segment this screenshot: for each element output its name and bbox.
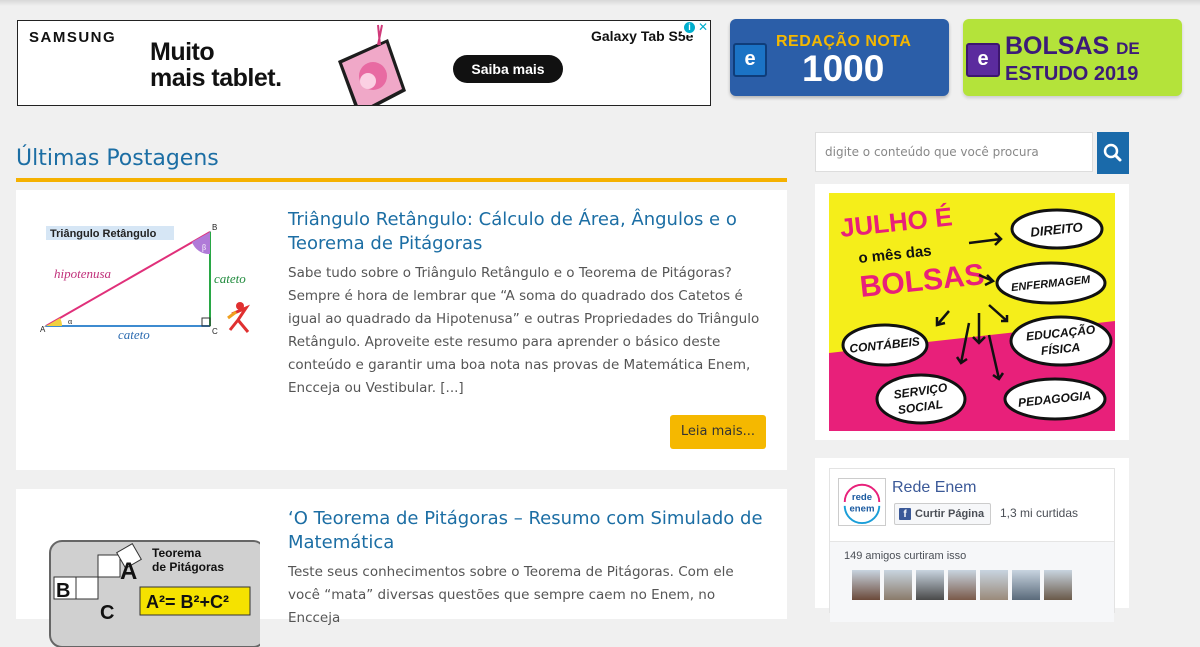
svg-text:rede: rede — [852, 492, 872, 503]
ad-brand: SAMSUNG — [29, 29, 117, 46]
svg-text:C: C — [212, 327, 218, 336]
rede-enem-logo-icon: e — [733, 43, 767, 77]
svg-text:A: A — [40, 325, 46, 334]
svg-text:B: B — [212, 223, 217, 232]
fb-like-page-button[interactable]: f Curtir Página — [894, 503, 992, 525]
thumb-leg-h: cateto — [118, 327, 150, 342]
search-box — [815, 132, 1094, 172]
promo-subtitle: 1000 — [802, 48, 885, 89]
fb-friend-avatar[interactable] — [884, 570, 912, 600]
fb-likes-count: 1,3 mi curtidas — [1000, 506, 1079, 520]
redacao-nota-1000-button[interactable]: e REDAÇÃO NOTA 1000 — [730, 19, 949, 96]
tablet-image — [338, 24, 406, 105]
fb-friend-avatar[interactable] — [852, 570, 880, 600]
promo-subtitle: ESTUDO 2019 — [1005, 63, 1139, 85]
bolsas-widget: JULHO É o mês das BOLSAS DIREITO ENFERMA… — [815, 184, 1129, 440]
samsung-ad-banner[interactable]: SAMSUNG Muito mais tablet. Saiba mais Ga… — [17, 20, 711, 106]
post-title-link[interactable]: ‘O Teorema de Pitágoras – Resumo com Sim… — [288, 507, 778, 555]
svg-text:A: A — [120, 558, 137, 585]
ad-cta-button[interactable]: Saiba mais — [453, 55, 563, 83]
fb-friend-avatar[interactable] — [980, 570, 1008, 600]
bolsas-de-estudo-button[interactable]: e BOLSAS DE ESTUDO 2019 — [963, 19, 1182, 96]
facebook-widget: rede enem Rede Enem f Curtir Página 1,3 … — [815, 458, 1129, 622]
search-button[interactable] — [1097, 132, 1129, 174]
ad-headline: Muito mais tablet. — [150, 39, 282, 91]
post-thumbnail[interactable]: Triângulo Retângulo hipotenusa cateto ca… — [32, 208, 260, 348]
post-card: B A C Teorema de Pitágoras A²= B²+C² ‘O … — [16, 489, 787, 647]
promo-title: BOLSAS DE — [1005, 32, 1140, 60]
facebook-page-plugin: rede enem Rede Enem f Curtir Página 1,3 … — [829, 468, 1115, 622]
fb-friend-avatar[interactable] — [1012, 570, 1040, 600]
close-icon[interactable]: ✕ — [698, 21, 708, 34]
rede-enem-logo-icon: e — [966, 43, 1000, 77]
post-excerpt: Sabe tudo sobre o Triângulo Retângulo e … — [288, 265, 760, 396]
thumb-leg-v: cateto — [214, 271, 246, 286]
facebook-icon: f — [899, 508, 911, 520]
bolsas-banner[interactable]: JULHO É o mês das BOLSAS DIREITO ENFERMA… — [829, 193, 1115, 431]
fb-friends-text: 149 amigos curtiram isso — [844, 550, 967, 562]
post-thumbnail[interactable]: B A C Teorema de Pitágoras A²= B²+C² — [32, 507, 260, 647]
rede-enem-avatar[interactable]: rede enem — [838, 478, 886, 526]
section-title: Últimas Postagens — [16, 146, 219, 171]
ad-product-name: Galaxy Tab S5e — [591, 28, 694, 44]
adchoices-icon[interactable]: i ✕ — [682, 21, 710, 35]
svg-text:de Pitágoras: de Pitágoras — [152, 560, 224, 574]
svg-text:enem: enem — [849, 504, 874, 515]
post-excerpt: Teste seus conhecimentos sobre o Teorema… — [288, 564, 734, 626]
svg-text:β: β — [202, 243, 206, 252]
fb-friends-strip: 149 amigos curtiram isso — [830, 541, 1114, 622]
fb-page-name[interactable]: Rede Enem — [892, 479, 977, 497]
ad-headline-line2: mais tablet. — [150, 64, 282, 92]
read-more-button[interactable]: Leia mais... — [670, 415, 766, 449]
post-title-link[interactable]: Triângulo Retângulo: Cálculo de Área, Ân… — [288, 208, 778, 256]
fb-friend-avatar[interactable] — [916, 570, 944, 600]
fb-friend-avatar[interactable] — [1044, 570, 1072, 600]
section-divider — [16, 178, 787, 182]
thumb-label: Teorema — [152, 546, 201, 560]
ad-headline-line1: Muito — [150, 38, 215, 66]
search-icon — [1103, 143, 1122, 162]
top-shadow — [0, 0, 1200, 6]
post-card: Triângulo Retângulo hipotenusa cateto ca… — [16, 190, 787, 470]
thumb-hyp: hipotenusa — [54, 266, 112, 281]
svg-text:α: α — [68, 317, 73, 326]
stick-figure-icon — [227, 302, 251, 333]
thumb-label: Triângulo Retângulo — [50, 228, 157, 240]
svg-text:C: C — [100, 602, 114, 624]
thumb-formula: A²= B²+C² — [146, 592, 229, 612]
search-input[interactable] — [816, 133, 1094, 171]
fb-friend-avatar[interactable] — [948, 570, 976, 600]
